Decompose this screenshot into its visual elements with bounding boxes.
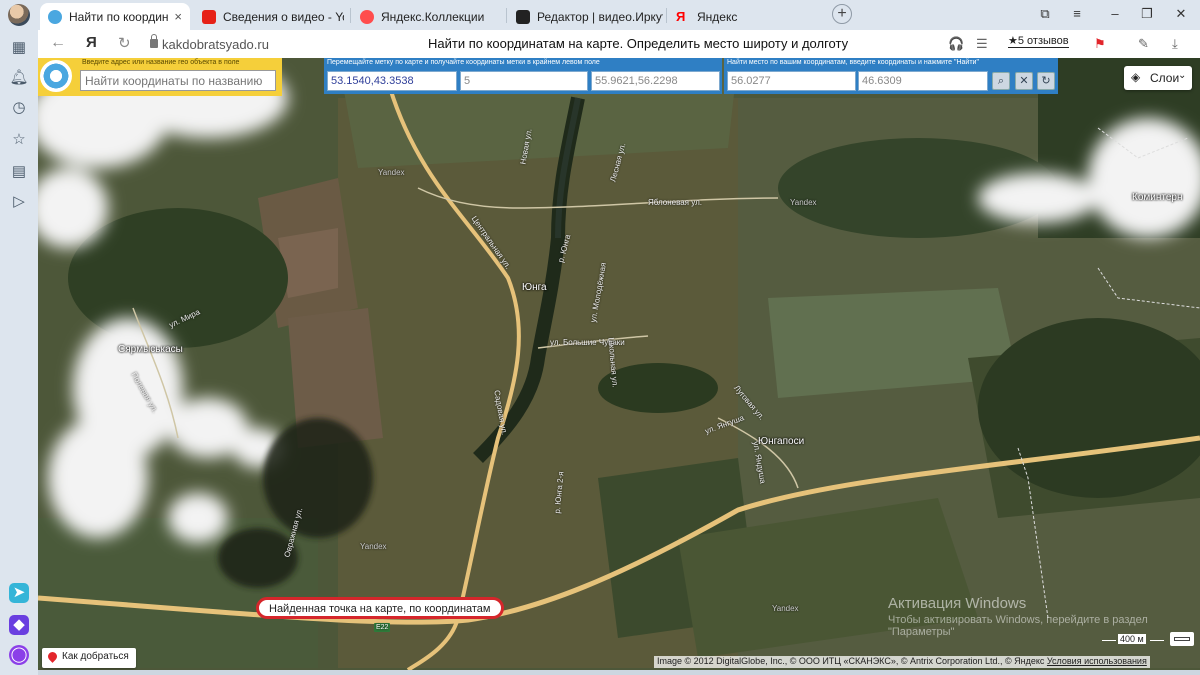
street-label: Яблоневая ул. bbox=[648, 198, 702, 207]
close-icon[interactable]: × bbox=[174, 9, 182, 24]
address-bar: ← Я ↻ kakdobratsyado.ru Найти по координ… bbox=[38, 30, 1200, 58]
new-tab-button[interactable]: + bbox=[832, 4, 852, 24]
bookmark-icon[interactable]: ⚑ bbox=[1094, 36, 1106, 52]
download-icon[interactable]: ⤓ bbox=[1172, 36, 1178, 52]
find-hint: Найти место по вашим координатам, введит… bbox=[727, 59, 979, 66]
terms-link[interactable]: Условия использования bbox=[1047, 656, 1147, 666]
apps-grid-icon[interactable]: ▦ bbox=[9, 38, 29, 58]
tab-yandex[interactable]: Я Яндекс bbox=[668, 3, 818, 30]
close-window-button[interactable]: ✕ bbox=[1170, 4, 1192, 24]
youtube-icon bbox=[202, 9, 216, 24]
history-icon[interactable]: ◷ bbox=[9, 98, 29, 118]
editor-icon bbox=[516, 9, 530, 24]
yandex-watermark: Yandex bbox=[360, 542, 387, 551]
lock-icon bbox=[150, 34, 158, 48]
tab-separator bbox=[506, 8, 507, 23]
tab-youtube[interactable]: Сведения о видео - YouTube bbox=[194, 3, 344, 30]
marker-panel: Перемещайте метку по карте и получайте к… bbox=[324, 58, 722, 94]
marker-hint: Перемещайте метку по карте и получайте к… bbox=[327, 59, 600, 66]
yandex-watermark: Yandex bbox=[790, 198, 817, 207]
bell-icon[interactable]: 🔔︎ bbox=[9, 68, 29, 88]
window-bottom-edge bbox=[38, 670, 1200, 675]
tab-collections[interactable]: Яндекс.Коллекции bbox=[352, 3, 502, 30]
yandex-icon: Я bbox=[676, 8, 686, 24]
tabs-icon[interactable]: ⧉ bbox=[1034, 4, 1056, 24]
place-label[interactable]: Юнгапоси bbox=[758, 436, 804, 447]
windows-activation-title: Активация Windows bbox=[888, 595, 1027, 612]
search-icon[interactable]: ⌕ bbox=[992, 72, 1010, 90]
alice-icon[interactable]: ◯ bbox=[9, 645, 29, 665]
layers-button[interactable]: ◈ Слои ⌄ bbox=[1124, 66, 1192, 90]
map-attribution: Image © 2012 DigitalGlobe, Inc., © ООО И… bbox=[654, 656, 1150, 668]
domain[interactable]: kakdobratsyado.ru bbox=[162, 37, 269, 52]
send-icon[interactable]: ➤ bbox=[9, 583, 29, 603]
reader-icon[interactable]: ☰ bbox=[976, 36, 988, 52]
search-hint: Введите адрес или название гео объекта в… bbox=[82, 59, 240, 66]
menu-icon[interactable]: ≡ bbox=[1066, 4, 1088, 24]
found-point-callout[interactable]: Найденная точка на карте, по координатам bbox=[256, 597, 504, 619]
ruler-icon[interactable] bbox=[1170, 632, 1194, 646]
route-button[interactable]: Как добраться bbox=[42, 648, 136, 668]
layers-label: Слои bbox=[1150, 71, 1180, 85]
tab-label: Яндекс bbox=[697, 9, 738, 24]
reviews-link[interactable]: ★5 отзывов bbox=[1008, 34, 1069, 48]
maximize-button[interactable]: ❐ bbox=[1136, 4, 1158, 24]
layers-icon: ◈ bbox=[1131, 70, 1141, 84]
place-label[interactable]: Коминтерн bbox=[1132, 192, 1182, 203]
refresh-icon[interactable]: ↻ bbox=[1037, 72, 1055, 90]
site-logo-icon[interactable] bbox=[40, 60, 72, 92]
page-title: Найти по координатам на карте. Определит… bbox=[428, 36, 849, 51]
kakdobratsyado-icon bbox=[48, 9, 62, 24]
attribution-text: Image © 2012 DigitalGlobe, Inc., © ООО И… bbox=[657, 656, 1045, 666]
yandex-watermark: Yandex bbox=[378, 168, 405, 177]
messenger-icon[interactable]: ◆ bbox=[9, 615, 29, 635]
tab-label: Редактор | видео.Иркутск bbox=[537, 9, 663, 24]
tab-separator bbox=[350, 8, 351, 23]
search-input[interactable] bbox=[80, 70, 276, 91]
scale-label: 400 м bbox=[1118, 634, 1146, 644]
extension-icon[interactable]: ✎ bbox=[1138, 36, 1149, 52]
yandex-home-icon[interactable]: Я bbox=[86, 34, 97, 51]
reload-icon[interactable]: ↻ bbox=[118, 34, 131, 52]
tab-separator bbox=[666, 8, 667, 23]
collections-icon[interactable]: ▤ bbox=[9, 162, 29, 182]
chevron-down-icon: ⌄ bbox=[1178, 70, 1187, 81]
user-avatar[interactable] bbox=[8, 4, 30, 26]
zoom-field[interactable] bbox=[460, 71, 588, 91]
tab-kakdobratsyado[interactable]: Найти по координатам × bbox=[40, 3, 190, 30]
place-label[interactable]: Юнга bbox=[522, 282, 547, 293]
star-icon[interactable]: ☆ bbox=[9, 130, 29, 150]
tab-label: Найти по координатам bbox=[69, 9, 169, 24]
latitude-field[interactable] bbox=[727, 71, 856, 91]
browser-sidebar: ▦ 🔔︎ ◷ ☆ ▤ ▷ ➤ ◆ ◯ bbox=[0, 30, 38, 675]
longitude-field[interactable] bbox=[858, 71, 988, 91]
tab-label: Яндекс.Коллекции bbox=[381, 9, 485, 24]
back-icon[interactable]: ← bbox=[50, 34, 66, 52]
search-panel: Введите адрес или название гео объекта в… bbox=[38, 58, 282, 96]
headphones-icon[interactable]: 🎧 bbox=[948, 36, 964, 52]
center-field[interactable] bbox=[591, 71, 720, 91]
tab-strip: Найти по координатам × Сведения о видео … bbox=[0, 0, 1200, 30]
tab-editor[interactable]: Редактор | видео.Иркутск bbox=[508, 3, 663, 30]
minimize-button[interactable]: – bbox=[1104, 4, 1126, 24]
clear-icon[interactable]: ✕ bbox=[1015, 72, 1033, 90]
marker-coords-field[interactable] bbox=[327, 71, 457, 91]
road-badge: E22 bbox=[376, 624, 389, 631]
place-label[interactable]: Сярмыськасы bbox=[118, 344, 183, 355]
yandex-watermark: Yandex bbox=[772, 604, 799, 613]
satellite-map[interactable]: Юнга Юнгапоси Сярмыськасы Коминтерн Yand… bbox=[38, 58, 1200, 670]
collections-icon bbox=[360, 9, 374, 24]
play-icon[interactable]: ▷ bbox=[9, 192, 29, 212]
tab-label: Сведения о видео - YouTube bbox=[223, 9, 344, 24]
scale-bar: 400 м bbox=[1102, 634, 1164, 648]
